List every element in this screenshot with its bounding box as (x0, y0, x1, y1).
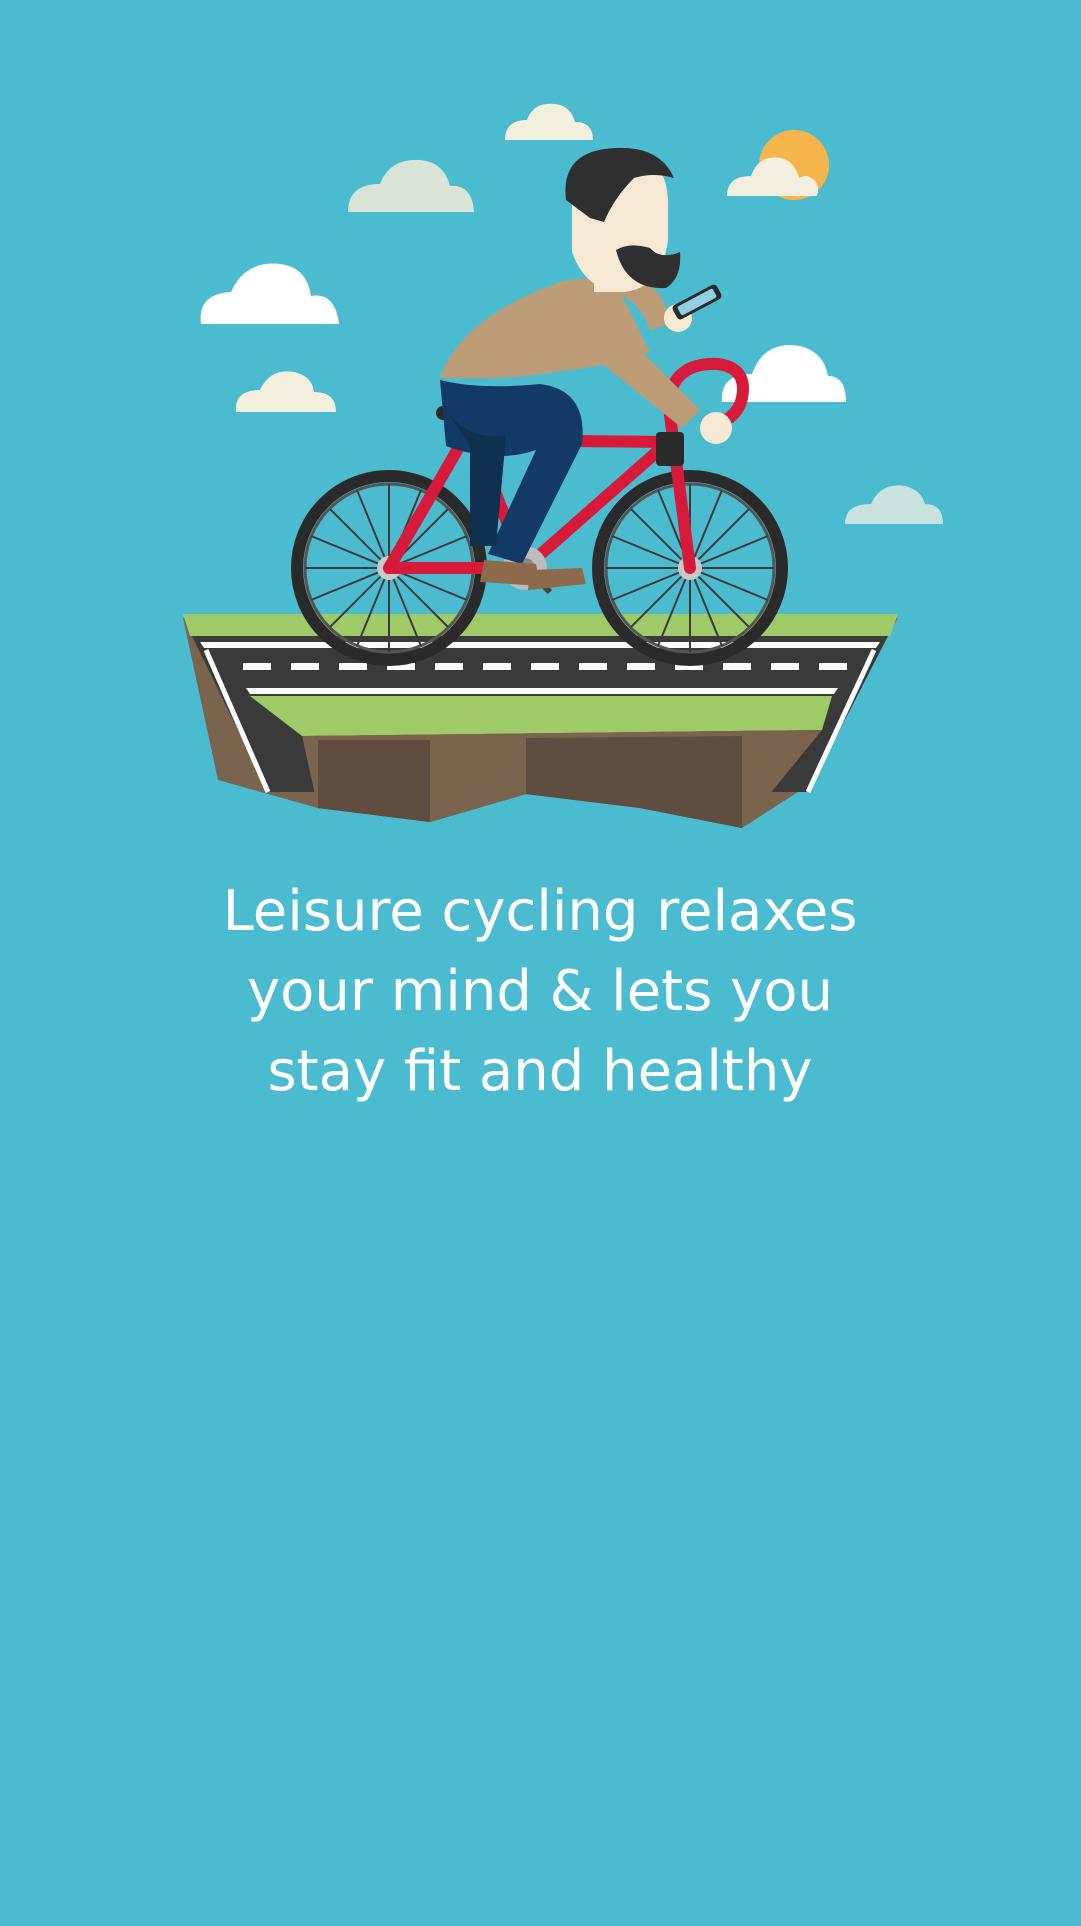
smartphone-icon (672, 284, 722, 320)
road-island (183, 614, 898, 828)
cloud-icon (235, 371, 336, 412)
cloud-icon (505, 103, 593, 140)
tagline-line-1: Leisure cycling relaxes (222, 879, 858, 944)
cloud-icon (348, 159, 474, 212)
cyclist-illustration (183, 103, 943, 828)
onboarding-screen: Leisure cycling relaxes your mind & lets… (0, 0, 1081, 1926)
tagline-line-2: your mind & lets you (247, 959, 833, 1024)
onboarding-tagline: Leisure cycling relaxes your mind & lets… (140, 872, 940, 1112)
tagline-line-3: stay fit and healthy (267, 1039, 813, 1104)
cloud-icon (200, 263, 339, 324)
cloud-icon (845, 485, 943, 524)
